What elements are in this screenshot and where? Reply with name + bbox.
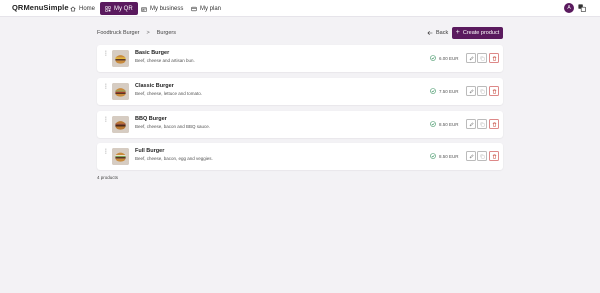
drag-handle-icon[interactable]: ⋮ [103, 117, 109, 129]
plus-icon: + [455, 29, 460, 36]
copy-icon [480, 154, 484, 158]
product-image [112, 116, 129, 133]
delete-button[interactable] [489, 151, 499, 161]
drag-handle-icon[interactable]: ⋮ [103, 149, 109, 161]
delete-button[interactable] [489, 86, 499, 96]
nav-my-plan[interactable]: My plan [186, 2, 226, 15]
trash-icon [492, 55, 496, 61]
edit-button[interactable] [466, 53, 476, 63]
pencil-icon [469, 88, 474, 93]
nav-my-qr-label: My QR [114, 5, 133, 12]
brand-logo[interactable]: QRMenuSimple [12, 3, 69, 12]
check-circle-icon [430, 88, 436, 94]
product-description: Beef, cheese and artisan bun. [135, 58, 195, 63]
product-card[interactable]: ⋮ Classic Burger Beef, cheese, lettuce a… [97, 78, 503, 105]
pencil-icon [469, 153, 474, 158]
duplicate-button[interactable] [477, 86, 487, 96]
product-description: Beef, cheese, bacon, egg and veggies. [135, 156, 213, 161]
product-image [112, 148, 129, 165]
breadcrumb: Foodtruck Burger > Burgers [97, 30, 176, 36]
back-button[interactable]: Back [427, 30, 448, 36]
create-product-label: Create product [462, 30, 500, 36]
product-card[interactable]: ⋮ BBQ Burger Beef, cheese, bacon and BBQ… [97, 111, 503, 138]
breadcrumb-separator: > [146, 30, 150, 36]
product-name: BBQ Burger [135, 116, 167, 122]
breadcrumb-category: Burgers [156, 30, 176, 36]
nav-my-business[interactable]: My business [136, 2, 188, 15]
nav-my-plan-label: My plan [200, 5, 222, 12]
duplicate-button[interactable] [477, 53, 487, 63]
pencil-icon [469, 121, 474, 126]
product-price: 8.50 EUR [439, 122, 459, 127]
nav-home-label: Home [79, 5, 96, 12]
product-name: Full Burger [135, 148, 165, 154]
product-name: Classic Burger [135, 83, 174, 89]
duplicate-button[interactable] [477, 119, 487, 129]
drag-handle-icon[interactable]: ⋮ [103, 51, 109, 63]
copy-icon [480, 122, 484, 126]
product-card[interactable]: ⋮ Full Burger Beef, cheese, bacon, egg a… [97, 143, 503, 170]
translate-icon[interactable] [578, 4, 586, 12]
arrow-left-icon [427, 30, 433, 36]
user-avatar[interactable]: A [564, 3, 574, 13]
product-image [112, 50, 129, 67]
product-count: 4 products [97, 175, 119, 180]
product-image [112, 83, 129, 100]
copy-icon [480, 89, 484, 93]
product-price: 7.50 EUR [439, 89, 459, 94]
duplicate-button[interactable] [477, 151, 487, 161]
product-description: Beef, cheese, bacon and BBQ sauce. [135, 124, 211, 129]
store-icon [141, 7, 147, 12]
drag-handle-icon[interactable]: ⋮ [103, 84, 109, 96]
nav-home[interactable]: Home [65, 2, 100, 15]
product-price: 6.00 EUR [439, 56, 459, 61]
copy-icon [480, 56, 484, 60]
qr-icon [105, 5, 111, 12]
check-circle-icon [430, 121, 436, 127]
create-product-button[interactable]: + Create product [452, 27, 503, 39]
trash-icon [492, 88, 496, 94]
back-label: Back [436, 30, 449, 36]
breadcrumb-business[interactable]: Foodtruck Burger [97, 30, 140, 36]
edit-button[interactable] [466, 151, 476, 161]
product-price: 8.50 EUR [439, 154, 459, 159]
product-name: Basic Burger [135, 50, 170, 56]
delete-button[interactable] [489, 119, 499, 129]
home-icon [70, 6, 76, 11]
edit-button[interactable] [466, 86, 476, 96]
nav-my-business-label: My business [150, 5, 184, 12]
trash-icon [492, 121, 496, 127]
delete-button[interactable] [489, 53, 499, 63]
check-circle-icon [430, 55, 436, 61]
nav-my-qr[interactable]: My QR [100, 2, 138, 15]
top-navbar: QRMenuSimple Home My QR My business My p… [0, 0, 600, 17]
product-card[interactable]: ⋮ Basic Burger Beef, cheese and artisan … [97, 45, 503, 72]
check-circle-icon [430, 153, 436, 159]
product-description: Beef, cheese, lettuce and tomato. [135, 91, 203, 96]
pencil-icon [469, 55, 474, 60]
card-icon [191, 6, 197, 11]
trash-icon [492, 153, 496, 159]
edit-button[interactable] [466, 119, 476, 129]
